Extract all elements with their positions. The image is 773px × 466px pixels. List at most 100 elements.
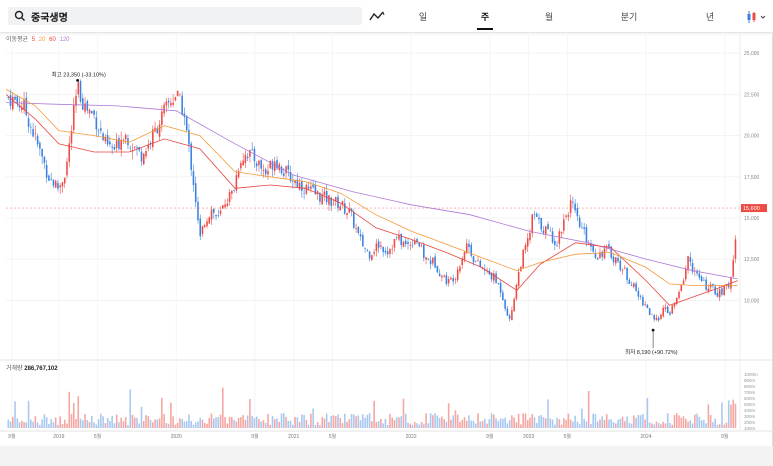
volume-bar bbox=[298, 421, 301, 428]
candle-body bbox=[158, 124, 161, 137]
volume-bar bbox=[43, 414, 46, 428]
candle-body bbox=[106, 135, 109, 145]
ma-line-120 bbox=[5, 102, 738, 280]
candle-body bbox=[217, 215, 220, 216]
candle-body bbox=[298, 182, 301, 190]
candle-body bbox=[556, 245, 558, 246]
volume-bar bbox=[25, 422, 28, 428]
volume-bar bbox=[124, 417, 127, 428]
candle-body bbox=[95, 117, 98, 130]
candle-body bbox=[339, 206, 342, 211]
candle-body bbox=[287, 165, 290, 170]
candle-body bbox=[651, 313, 653, 315]
candle-body bbox=[655, 317, 658, 320]
volume-bar bbox=[45, 417, 48, 428]
volume-bar bbox=[608, 419, 610, 428]
volume-bar bbox=[443, 419, 445, 428]
x-tick-label: 9월 bbox=[721, 433, 729, 440]
volume-bar bbox=[592, 413, 594, 428]
volume-bar bbox=[18, 422, 21, 428]
volume-bar bbox=[190, 420, 192, 428]
candle-body bbox=[565, 215, 567, 217]
candle-body bbox=[626, 267, 628, 281]
volume-bar bbox=[149, 419, 152, 428]
volume-bar bbox=[206, 423, 208, 428]
price-chart[interactable]: 25,000 22,500 20,000 17,500 15,000 12,500 10,0… bbox=[0, 0, 773, 446]
volume-bar bbox=[734, 403, 737, 428]
volume-bar bbox=[113, 423, 116, 428]
candle-body bbox=[54, 180, 57, 188]
volume-bar bbox=[337, 414, 339, 428]
volume-bar bbox=[395, 417, 398, 428]
x-tick-label: 2022 bbox=[406, 434, 417, 440]
candle-body bbox=[633, 283, 635, 288]
candle-body bbox=[161, 111, 163, 125]
candle-body bbox=[140, 151, 143, 162]
x-tick-label: 2019 bbox=[53, 434, 64, 440]
volume-bar bbox=[50, 419, 52, 428]
volume-bar bbox=[436, 415, 439, 428]
candle-body bbox=[328, 195, 330, 205]
volume-tick-label: 200m bbox=[744, 420, 756, 425]
candle-body bbox=[36, 136, 39, 145]
volume-bar bbox=[673, 414, 676, 428]
volume-bar bbox=[520, 424, 522, 428]
volume-bar bbox=[161, 398, 163, 428]
volume-bar bbox=[705, 423, 707, 428]
candle-body bbox=[526, 238, 529, 247]
candle-body bbox=[685, 268, 687, 280]
candle-body bbox=[630, 284, 633, 286]
volume-bar bbox=[36, 422, 39, 428]
volume-bar bbox=[253, 418, 256, 428]
candle-body bbox=[601, 251, 604, 257]
volume-bar bbox=[493, 414, 495, 428]
volume-bar bbox=[730, 404, 732, 428]
volume-bar bbox=[653, 424, 655, 428]
volume-bar bbox=[222, 387, 224, 428]
volume-bar bbox=[210, 413, 213, 428]
volume-bar bbox=[373, 400, 375, 428]
candle-body bbox=[734, 239, 737, 259]
volume-bar bbox=[16, 418, 19, 428]
candle-body bbox=[380, 245, 382, 247]
volume-bar bbox=[513, 417, 515, 428]
volume-bar bbox=[732, 399, 735, 428]
volume-bar bbox=[328, 422, 330, 428]
volume-bar bbox=[452, 415, 454, 428]
candle-body bbox=[88, 109, 91, 114]
candle-body bbox=[346, 212, 348, 215]
volume-bar bbox=[131, 414, 134, 428]
candle-body bbox=[535, 213, 538, 217]
volume-bar bbox=[380, 418, 382, 428]
volume-bar bbox=[637, 415, 640, 428]
volume-bar bbox=[285, 416, 287, 428]
candle-body bbox=[583, 227, 585, 229]
candle-body bbox=[540, 217, 543, 230]
volume-bar bbox=[246, 415, 249, 428]
y-tick-label: 22,500 bbox=[744, 92, 760, 98]
candle-body bbox=[100, 128, 102, 131]
volume-bar bbox=[185, 421, 188, 428]
candle-body bbox=[251, 149, 253, 150]
candle-body bbox=[163, 104, 165, 114]
ma-line-60 bbox=[5, 94, 738, 306]
volume-bar bbox=[66, 423, 68, 428]
volume-bar bbox=[343, 413, 346, 428]
candle-body bbox=[560, 231, 563, 234]
candle-body bbox=[233, 190, 235, 191]
volume-bar bbox=[468, 415, 470, 428]
volume-bar bbox=[27, 400, 30, 428]
candle-body bbox=[366, 250, 369, 251]
high-price-annotation: 최고 23,350 (-33.10%) bbox=[52, 70, 106, 78]
volume-bar bbox=[624, 421, 626, 428]
candle-body bbox=[511, 310, 513, 321]
volume-bar bbox=[115, 414, 118, 428]
candle-body bbox=[425, 257, 427, 260]
volume-bar bbox=[504, 417, 506, 428]
candle-body bbox=[57, 183, 59, 189]
volume-bar bbox=[470, 420, 473, 428]
volume-bar bbox=[95, 424, 98, 428]
volume-bar bbox=[709, 414, 712, 428]
candle-body bbox=[682, 280, 685, 285]
volume-bar bbox=[700, 420, 703, 428]
